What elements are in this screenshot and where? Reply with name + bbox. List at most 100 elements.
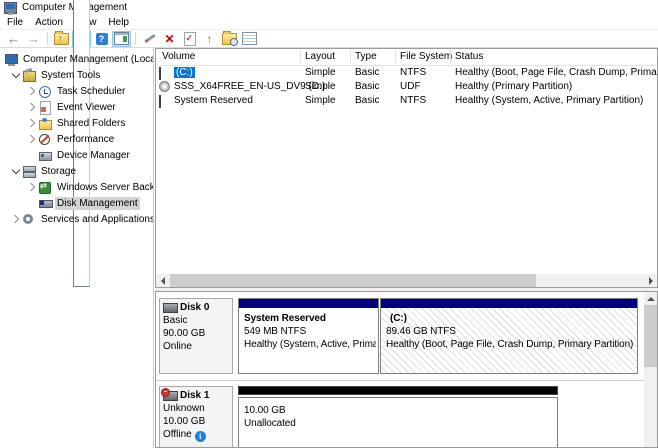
rescan-tool-icon[interactable] bbox=[140, 31, 159, 47]
mark-active-icon[interactable]: ↑ bbox=[200, 31, 219, 47]
column-header-volume[interactable]: Volume bbox=[162, 51, 195, 62]
partition-label: System Reserved bbox=[244, 313, 326, 324]
forward-icon[interactable]: → bbox=[24, 31, 43, 47]
info-icon[interactable]: i bbox=[194, 431, 206, 442]
volume-row-c[interactable]: (C:) Simple Basic NTFS Healthy (Boot, Pa… bbox=[156, 66, 657, 80]
expander-icon[interactable] bbox=[26, 102, 37, 112]
disk-state-line: Offline i bbox=[163, 428, 229, 442]
services-icon bbox=[22, 213, 36, 226]
tree-item-windows-server-backup[interactable]: Windows Server Backup bbox=[0, 179, 153, 195]
offline-badge-icon bbox=[161, 387, 170, 397]
volume-row-d[interactable]: SSS_X64FREE_EN-US_DV9 (D:) Simple Basic … bbox=[156, 80, 657, 94]
volume-type: Basic bbox=[355, 67, 380, 78]
partition-size: 549 MB NTFS bbox=[244, 326, 307, 337]
menu-action[interactable]: Action bbox=[30, 17, 70, 28]
volume-name: SSS_X64FREE_EN-US_DV9 (D:) bbox=[174, 81, 326, 92]
unallocated-size: 10.00 GB bbox=[244, 405, 286, 416]
task-check-icon[interactable] bbox=[180, 31, 199, 47]
tree-item-system-tools[interactable]: System Tools bbox=[0, 67, 153, 83]
partition-status: Healthy (Boot, Page File, Crash Dump, Pr… bbox=[386, 339, 634, 350]
vertical-scrollbar[interactable] bbox=[644, 292, 657, 447]
menu-help[interactable]: Help bbox=[103, 17, 136, 28]
partition-system-reserved[interactable]: System Reserved 549 MB NTFS Healthy (Sys… bbox=[238, 298, 379, 374]
tree-item-device-manager[interactable]: Device Manager bbox=[0, 147, 153, 163]
disk-icon bbox=[163, 302, 178, 313]
disk-size: 90.00 GB bbox=[163, 328, 206, 339]
column-header-status[interactable]: Status bbox=[455, 51, 483, 62]
expander-icon[interactable] bbox=[11, 165, 21, 176]
volume-file-system: NTFS bbox=[400, 95, 427, 106]
delete-volume-icon[interactable]: ✕ bbox=[160, 31, 179, 47]
show-action-pane-icon[interactable] bbox=[112, 30, 131, 47]
column-separator[interactable] bbox=[450, 50, 451, 63]
volume-list-panel: Volume Layout Type File System Status (C… bbox=[155, 48, 658, 288]
expander-icon[interactable] bbox=[26, 86, 37, 96]
unallocated-color-bar bbox=[238, 386, 558, 395]
device-manager-icon bbox=[38, 149, 52, 162]
back-icon[interactable]: ← bbox=[4, 31, 23, 47]
up-one-level-icon[interactable]: ↑ bbox=[52, 30, 71, 47]
tree-item-event-viewer[interactable]: Event Viewer bbox=[0, 99, 153, 115]
tree-item-services-and-applications[interactable]: Services and Applications bbox=[0, 211, 153, 227]
column-header-file-system[interactable]: File System bbox=[400, 51, 452, 62]
cd-icon bbox=[159, 81, 170, 92]
disk-management-icon bbox=[38, 197, 53, 210]
explore-folder-icon[interactable] bbox=[220, 30, 239, 47]
scrollbar-thumb[interactable] bbox=[644, 305, 657, 367]
column-header-type[interactable]: Type bbox=[355, 51, 377, 62]
tree-item-storage[interactable]: Storage bbox=[0, 163, 153, 179]
partition-c-selected[interactable]: (C:) 89.46 GB NTFS Healthy (Boot, Page F… bbox=[380, 298, 638, 374]
volume-type: Basic bbox=[355, 81, 380, 92]
scroll-left-arrow-icon[interactable] bbox=[156, 274, 169, 287]
task-scheduler-icon bbox=[38, 85, 52, 98]
primary-partition-color-bar bbox=[239, 299, 378, 308]
disk0-label-box[interactable]: Disk 0 Basic 90.00 GB Online bbox=[159, 298, 233, 374]
tree-item-disk-management[interactable]: Disk Management bbox=[0, 195, 153, 211]
horizontal-scrollbar[interactable] bbox=[156, 274, 657, 287]
expander-icon[interactable] bbox=[26, 118, 37, 128]
unallocated-label: Unallocated bbox=[244, 418, 296, 429]
column-separator[interactable] bbox=[395, 50, 396, 63]
column-separator[interactable] bbox=[350, 50, 351, 63]
shared-folders-icon bbox=[38, 117, 52, 130]
primary-partition-color-bar bbox=[381, 299, 637, 308]
tree-item-computer-management[interactable]: Computer Management (Local bbox=[0, 51, 153, 67]
expander-icon[interactable] bbox=[11, 69, 21, 80]
tree-item-performance[interactable]: Performance bbox=[0, 131, 153, 147]
expander-icon[interactable] bbox=[10, 214, 21, 224]
volume-row-system-reserved[interactable]: System Reserved Simple Basic NTFS Health… bbox=[156, 94, 657, 108]
title-bar: Computer Management bbox=[0, 0, 658, 15]
toolbar: ← → ↑ ? ✕ ↑ bbox=[0, 0, 658, 287]
disk-name: Disk 1 bbox=[180, 390, 210, 401]
column-header-layout[interactable]: Layout bbox=[305, 51, 335, 62]
menu-file[interactable]: File bbox=[2, 17, 30, 28]
volume-status: Healthy (Boot, Page File, Crash Dump, Pr… bbox=[455, 67, 657, 78]
show-console-tree-icon[interactable] bbox=[72, 0, 91, 287]
event-viewer-icon bbox=[38, 100, 52, 115]
drive-icon bbox=[159, 95, 161, 108]
disk-state: Online bbox=[163, 341, 192, 352]
disk1-label-box[interactable]: Disk 1 Unknown 10.00 GB Offline i bbox=[159, 386, 233, 447]
performance-icon bbox=[38, 133, 52, 146]
scroll-right-arrow-icon[interactable] bbox=[644, 274, 657, 287]
volume-layout: Simple bbox=[305, 81, 336, 92]
scroll-up-arrow-icon[interactable] bbox=[644, 292, 657, 305]
column-separator[interactable] bbox=[300, 50, 301, 63]
tree-item-task-scheduler[interactable]: Task Scheduler bbox=[0, 83, 153, 99]
properties-icon[interactable] bbox=[240, 31, 259, 47]
volume-file-system: UDF bbox=[400, 81, 421, 92]
volume-list-header: Volume Layout Type File System Status bbox=[156, 49, 657, 66]
help-icon[interactable]: ? bbox=[92, 31, 111, 47]
server-backup-icon bbox=[38, 181, 52, 194]
computer-management-window: Computer Management File Action View Hel… bbox=[0, 0, 658, 448]
volume-name: System Reserved bbox=[174, 95, 253, 106]
unallocated-region[interactable]: 10.00 GB Unallocated bbox=[238, 397, 558, 447]
toolbar-separator bbox=[135, 32, 136, 45]
expander-icon[interactable] bbox=[26, 182, 37, 192]
expander-icon[interactable] bbox=[26, 134, 37, 144]
app-icon bbox=[4, 1, 17, 15]
tree-item-shared-folders[interactable]: Shared Folders bbox=[0, 115, 153, 131]
scrollbar-thumb[interactable] bbox=[170, 274, 536, 287]
